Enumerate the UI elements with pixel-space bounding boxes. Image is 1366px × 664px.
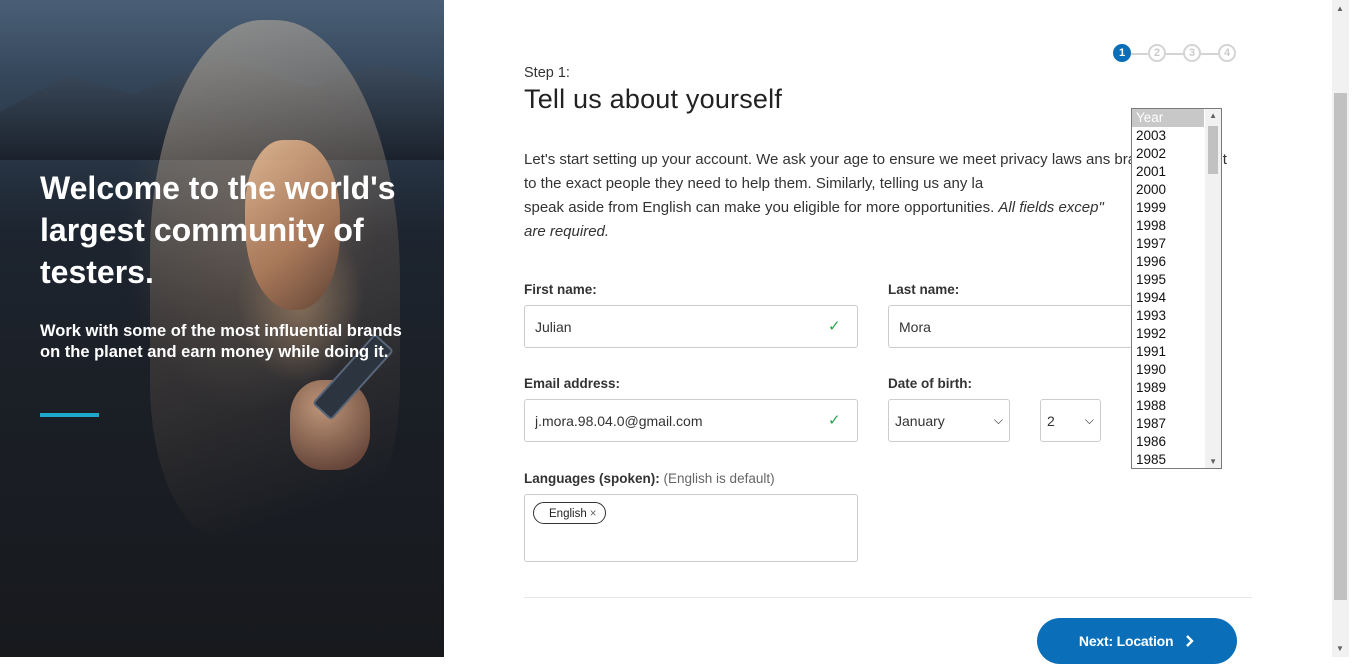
page-scroll-thumb[interactable] [1334, 93, 1347, 600]
year-option[interactable]: 1990 [1132, 361, 1204, 379]
step-connector [1166, 53, 1183, 55]
intro-required-note: are required. [524, 223, 610, 240]
year-option[interactable]: 2002 [1132, 145, 1204, 163]
scroll-down-icon[interactable]: ▼ [1209, 457, 1217, 466]
year-option[interactable]: 1988 [1132, 397, 1204, 415]
year-option[interactable]: 1994 [1132, 289, 1204, 307]
year-option[interactable]: 1997 [1132, 235, 1204, 253]
year-option[interactable]: 1989 [1132, 379, 1204, 397]
year-option[interactable]: 1987 [1132, 415, 1204, 433]
chevron-down-icon: ⌵ [993, 413, 1003, 427]
valid-check-icon: ✓ [828, 318, 841, 335]
step-connector [1131, 53, 1148, 55]
step-label: Step 1: [524, 65, 570, 81]
email-label: Email address: [524, 376, 621, 391]
year-option-placeholder[interactable]: Year [1132, 109, 1204, 127]
year-option[interactable]: 1992 [1132, 325, 1204, 343]
hero-subtitle: Work with some of the most influential b… [40, 322, 402, 361]
dob-month-select[interactable]: January ⌵ [888, 399, 1010, 442]
intro-emphasis-end: " [1098, 199, 1104, 216]
year-option[interactable]: 1985 [1132, 451, 1204, 468]
step-indicator-4: 4 [1218, 44, 1236, 62]
hero-accent-bar [40, 413, 99, 417]
step-indicator-3: 3 [1183, 44, 1201, 62]
step-indicator-2: 2 [1148, 44, 1166, 62]
first-name-field[interactable] [524, 305, 858, 348]
page-title: Tell us about yourself [524, 84, 783, 114]
year-option[interactable]: 1993 [1132, 307, 1204, 325]
dropdown-scrollbar[interactable]: ▲ ▼ [1205, 109, 1221, 468]
language-tag-label: English [549, 508, 587, 520]
scroll-up-icon[interactable]: ▲ [1336, 4, 1344, 13]
dob-year-dropdown-list[interactable]: Year 2003 2002 2001 2000 1999 1998 1997 1996 1995… [1131, 108, 1222, 469]
languages-input[interactable]: English × [524, 494, 858, 562]
year-option[interactable]: 1991 [1132, 343, 1204, 361]
year-option[interactable]: 1998 [1132, 217, 1204, 235]
dob-label: Date of birth: [888, 376, 972, 391]
last-name-label: Last name: [888, 282, 960, 297]
intro-line-3: speak aside from English can make you el… [524, 199, 999, 216]
dob-month-value: January [895, 412, 945, 429]
year-option[interactable]: 2001 [1132, 163, 1204, 181]
languages-label: Languages (spoken): (English is default) [524, 471, 775, 486]
scroll-up-icon[interactable]: ▲ [1209, 111, 1217, 120]
chevron-down-icon: ⌵ [1084, 413, 1094, 427]
scroll-down-icon[interactable]: ▼ [1336, 644, 1344, 653]
step-indicator-1: 1 [1113, 44, 1131, 62]
hero-panel: Welcome to the world's largest community… [0, 0, 444, 657]
step-connector [1201, 53, 1218, 55]
first-name-label: First name: [524, 282, 597, 297]
email-field[interactable] [524, 399, 858, 442]
dob-day-select[interactable]: 2 ⌵ [1040, 399, 1101, 442]
language-tag: English × [533, 502, 607, 524]
next-button-label: Next: Location [1078, 633, 1174, 649]
year-option[interactable]: 1995 [1132, 271, 1204, 289]
valid-check-icon: ✓ [828, 412, 841, 429]
chevron-right-icon [1186, 635, 1194, 647]
dob-day-value: 2 [1047, 412, 1055, 429]
next-location-button[interactable]: Next: Location [1037, 618, 1237, 664]
form-divider [524, 597, 1252, 598]
year-option[interactable]: 1986 [1132, 433, 1204, 451]
remove-tag-icon[interactable]: × [590, 508, 597, 520]
languages-hint: (English is default) [663, 471, 775, 486]
year-option[interactable]: 1999 [1132, 199, 1204, 217]
dropdown-scroll-thumb[interactable] [1208, 126, 1218, 174]
intro-text: Let's start setting up your account. We … [524, 148, 1234, 244]
languages-label-text: Languages (spoken): [524, 471, 660, 486]
intro-line-1: Let's start setting up your account. We … [524, 151, 1103, 168]
hero-title: Welcome to the world's largest community… [40, 170, 396, 290]
year-option[interactable]: 2003 [1132, 127, 1204, 145]
intro-emphasis: All fields excep [998, 199, 1099, 216]
year-option[interactable]: 2000 [1132, 181, 1204, 199]
year-option[interactable]: 1996 [1132, 253, 1204, 271]
